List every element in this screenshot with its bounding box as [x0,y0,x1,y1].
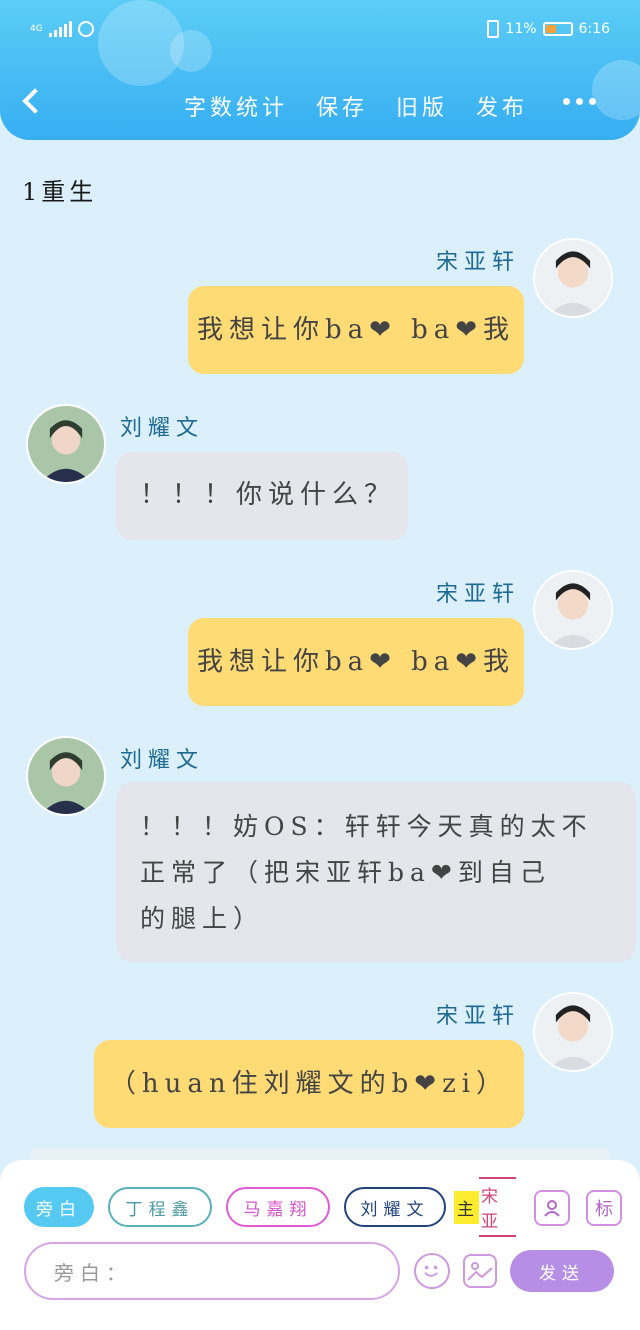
vibrate-icon [487,20,500,38]
image-button[interactable] [463,1254,497,1288]
avatar-song[interactable] [533,570,613,650]
save-button[interactable]: 保存 [316,90,368,122]
more-icon[interactable] [563,98,596,105]
message-line: 正常了（把宋亚轩ba❤到自己 [140,858,551,887]
chapter-title: 1重生 [22,178,98,206]
decor-bubble [592,60,640,120]
globe-icon [77,21,94,37]
avatar-song[interactable] [533,992,613,1072]
tag-button[interactable]: 标 [586,1190,622,1226]
emoji-button[interactable] [414,1253,450,1289]
header: 4G 11% 6:16 字数统计 保存 旧版 发布 [0,0,640,140]
role-narrator[interactable]: 旁白 [24,1187,94,1227]
avatar-song[interactable] [533,238,613,318]
battery-icon [542,22,573,36]
message-bubble: ！！！妨OS：轩轩今天真的太不 正常了（把宋亚轩ba❤到自己 的腿上） [116,782,636,962]
message-bubble: （huan住刘耀文的b❤zi） [94,1040,524,1128]
clock: 6:16 [578,21,610,37]
word-count-button[interactable]: 字数统计 [184,90,288,122]
speaker-name: 宋亚轩 [436,1004,521,1029]
role-ma[interactable]: 马嘉翔 [226,1187,330,1227]
message-bubble: 我想让你ba❤ ba❤我 [188,286,524,374]
speaker-name: 宋亚轩 [436,582,521,607]
network-label: 4G [30,24,43,34]
role-song[interactable]: 主宋亚 [454,1177,516,1237]
role-liu[interactable]: 刘耀文 [344,1187,446,1227]
publish-button[interactable]: 发布 [476,90,528,122]
add-character-button[interactable] [534,1190,570,1226]
speaker-name: 刘耀文 [120,416,205,441]
message-input[interactable]: 旁白： [24,1242,400,1300]
message-bubble: 我想让你ba❤ ba❤我 [188,618,524,706]
smile-icon [424,1265,438,1277]
signal-icon [48,21,72,37]
main-role-mark: 主 [454,1190,479,1224]
message-line: ！！！妨OS：轩轩今天真的太不 [140,812,593,841]
status-right: 11% 6:16 [487,18,610,40]
back-icon[interactable] [22,88,48,114]
avatar-liu[interactable] [26,736,106,816]
decor-bubble [170,30,212,72]
send-button[interactable]: 发送 [510,1250,614,1292]
image-icon [467,1262,493,1281]
avatar-liu[interactable] [26,404,106,484]
person-icon [544,1200,560,1217]
role-ding[interactable]: 丁程鑫 [108,1187,212,1227]
header-actions: 字数统计 保存 旧版 发布 [184,90,528,122]
message-line: 的腿上） [140,904,265,933]
old-version-button[interactable]: 旧版 [396,90,448,122]
battery-percent: 11% [505,21,537,37]
message-bubble: ！！！你说什么？ [116,452,408,540]
speaker-name: 刘耀文 [120,748,205,773]
role-name: 宋亚 [479,1177,516,1237]
status-left: 4G [30,18,94,40]
speaker-name: 宋亚轩 [436,250,521,275]
